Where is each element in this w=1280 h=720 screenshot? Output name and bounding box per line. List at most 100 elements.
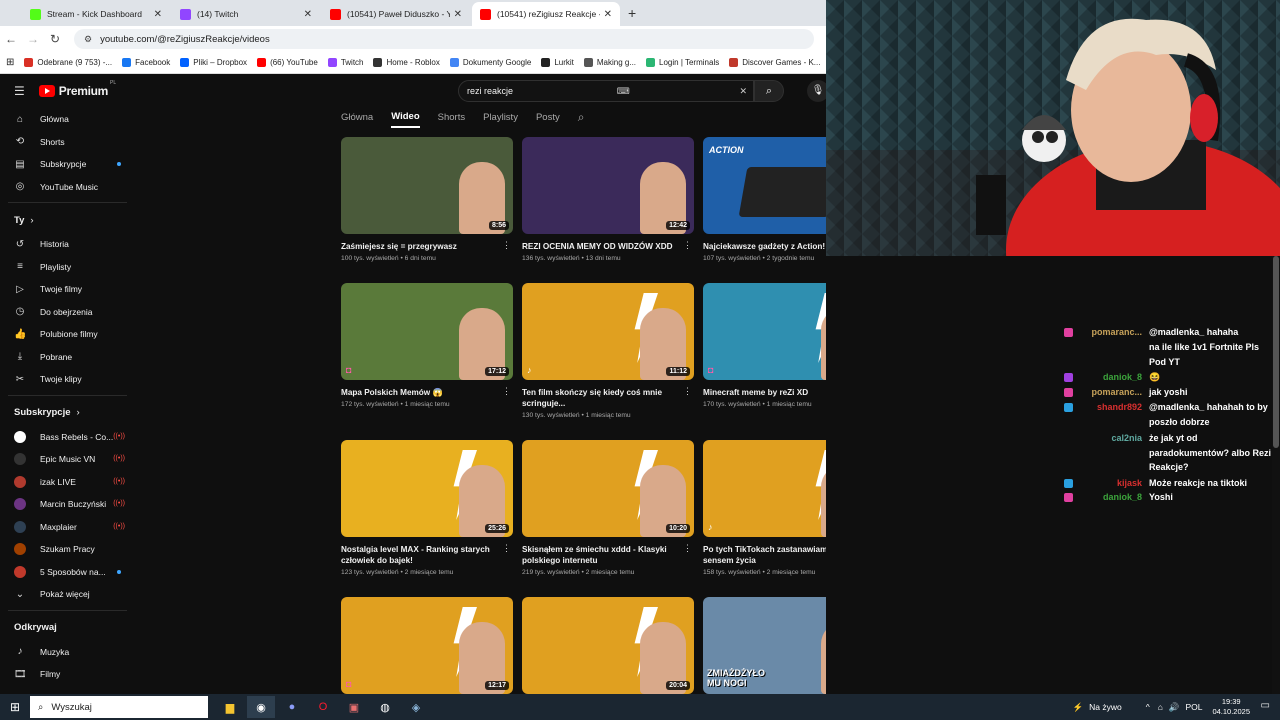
video-card[interactable]: 12:42 REZI OCENIA MEMY OD WIDZÓW XDD ⋮ 136 … xyxy=(522,137,694,262)
video-title[interactable]: Zaśmiejesz się = przegrywasz xyxy=(341,241,513,252)
video-thumbnail[interactable]: ♪ 11:12 xyxy=(522,283,694,380)
browser-tab[interactable]: (14) Twitch ✕ xyxy=(172,2,320,26)
show-more-button[interactable]: ⌄ Pokaż więcej xyxy=(0,583,135,606)
browser-tab[interactable]: Stream - Kick Dashboard ✕ xyxy=(22,2,170,26)
browser-tab[interactable]: (10541) Paweł Diduszko - YouT ✕ xyxy=(322,2,470,26)
forward-icon[interactable]: → xyxy=(22,32,44,46)
bookmark-item[interactable]: Dokumenty Google xyxy=(449,58,531,67)
video-card[interactable]: 20:04 xyxy=(522,597,694,694)
bookmark-item[interactable]: (66) YouTube xyxy=(257,58,318,67)
volume-icon[interactable]: 🔊 xyxy=(1169,702,1180,713)
you-header[interactable]: Ty › xyxy=(0,207,135,233)
tab-shorts[interactable]: Shorts xyxy=(438,112,465,127)
steam-icon[interactable]: ◈ xyxy=(402,696,430,718)
youtube-premium-logo[interactable]: Premium PL xyxy=(38,80,116,98)
more-options-icon[interactable]: ⋮ xyxy=(502,386,511,397)
tab-playlisty[interactable]: Playlisty xyxy=(483,112,518,127)
video-card[interactable]: ACTIONNajciekawsze gadżety z Action!⋮107… xyxy=(703,137,826,262)
new-tab-icon[interactable]: + xyxy=(628,5,636,26)
bookmark-item[interactable]: Twitch xyxy=(327,58,363,67)
more-options-icon[interactable]: ⋮ xyxy=(683,240,692,251)
sidebar-item-youtube-music[interactable]: ◎ YouTube Music xyxy=(0,176,135,199)
opera-icon[interactable]: O xyxy=(309,696,337,718)
clear-search-icon[interactable]: ✕ xyxy=(739,86,747,97)
video-card[interactable]: ◘ 12:17 xyxy=(341,597,513,694)
video-title[interactable]: Nostalgia level MAX - Ranking starych cz… xyxy=(341,544,513,566)
video-card[interactable]: ♪ 11:12 Ten film skończy się kiedy coś mni… xyxy=(522,283,694,419)
photo-app-icon[interactable]: ▣ xyxy=(340,696,368,718)
sidebar-item-pobrane[interactable]: ⤓ Pobrane xyxy=(0,346,135,369)
sidebar-item-g-wna[interactable]: ⌂ Główna xyxy=(0,108,135,131)
sidebar-item-playlisty[interactable]: ≡ Playlisty xyxy=(0,256,135,279)
sidebar-item-shorts[interactable]: ⟲ Shorts xyxy=(0,131,135,154)
sidebar-item-muzyka[interactable]: ♪ Muzyka xyxy=(0,641,135,664)
video-thumbnail[interactable]: 20:04 xyxy=(522,597,694,694)
sidebar-item-historia[interactable]: ↺ Historia xyxy=(0,233,135,256)
search-input[interactable]: rezi reakcje ⌨ ✕ xyxy=(458,80,754,102)
site-info-icon[interactable]: ⚙ xyxy=(84,34,92,45)
browser-tab[interactable]: (10541) reZigiusz Reakcje - You ✕ xyxy=(472,2,620,26)
video-title[interactable]: Skisnąłem ze śmiechu xddd - Klasyki pols… xyxy=(522,544,694,566)
video-card[interactable]: ♪10:50 Po tych TikTokach zastanawiam się … xyxy=(703,440,826,576)
bookmark-item[interactable]: Discover Games - K... xyxy=(729,58,820,67)
video-thumbnail[interactable]: 8:56 xyxy=(341,137,513,234)
sidebar-item-twoje-filmy[interactable]: ▷ Twoje filmy xyxy=(0,278,135,301)
subscription-item[interactable]: Szukam Pracy xyxy=(0,538,135,561)
taskbar-search[interactable]: ⌕ Wyszukaj xyxy=(30,696,208,718)
subscription-item[interactable]: Epic Music VN ((•)) xyxy=(0,448,135,471)
tray-chevron-icon[interactable]: ^ xyxy=(1146,702,1150,712)
clock[interactable]: 19:39 04.10.2025 xyxy=(1212,697,1250,717)
sidebar-item-twoje-klipy[interactable]: ✂ Twoje klipy xyxy=(0,368,135,391)
bookmark-item[interactable]: Pliki – Dropbox xyxy=(180,58,247,67)
sidebar-item-polubione-filmy[interactable]: 👍 Polubione filmy xyxy=(0,323,135,346)
discord-icon[interactable]: ● xyxy=(278,696,306,718)
more-options-icon[interactable]: ⋮ xyxy=(502,543,511,554)
sidebar-item-subskrypcje[interactable]: ▤ Subskrypcje xyxy=(0,153,135,176)
bookmark-item[interactable]: Lurkit xyxy=(541,58,574,67)
video-title[interactable]: Po tych TikTokach zastanawiam się nad se… xyxy=(703,544,826,566)
subscription-item[interactable]: Bass Rebels - Co... ((•)) xyxy=(0,426,135,449)
bookmark-item[interactable]: Making g... xyxy=(583,58,636,67)
video-title[interactable]: Ten film skończy się kiedy coś mnie scri… xyxy=(522,387,694,409)
bookmark-item[interactable]: Login | Terminals xyxy=(646,58,719,67)
tab-posty[interactable]: Posty xyxy=(536,112,560,127)
bookmark-item[interactable]: Home - Roblox xyxy=(373,58,440,67)
video-title[interactable]: Minecraft meme by reZi XD xyxy=(703,387,826,398)
tab-główna[interactable]: Główna xyxy=(341,112,373,127)
notification-icon[interactable]: ▭ xyxy=(1261,700,1270,711)
tab-close-icon[interactable]: ✕ xyxy=(454,9,462,20)
obs-icon[interactable]: ◍ xyxy=(371,696,399,718)
video-title[interactable]: Mapa Polskich Memów 😱 xyxy=(341,387,513,398)
video-title[interactable]: REZI OCENIA MEMY OD WIDZÓW XDD xyxy=(522,241,694,252)
url-field[interactable]: ⚙ youtube.com/@reZigiuszReakcje/videos xyxy=(74,29,814,49)
video-thumbnail[interactable]: 10:20 xyxy=(522,440,694,537)
more-options-icon[interactable]: ⋮ xyxy=(683,543,692,554)
video-thumbnail[interactable]: ◘ 12:17 xyxy=(341,597,513,694)
live-status[interactable]: Na żywo xyxy=(1089,702,1122,712)
video-thumbnail[interactable]: 12:42 xyxy=(522,137,694,234)
chrome-icon[interactable]: ◉ xyxy=(247,696,275,718)
keyboard-icon[interactable]: ⌨ xyxy=(617,86,630,97)
video-thumbnail[interactable]: ♪10:50 xyxy=(703,440,826,537)
video-card[interactable]: 8:56 Zaśmiejesz się = przegrywasz ⋮ 100 tys… xyxy=(341,137,513,262)
video-title[interactable]: Najciekawsze gadżety z Action! xyxy=(703,241,826,252)
video-thumbnail[interactable]: ZMIAŻDŻYŁO MU NOGI12:56 xyxy=(703,597,826,694)
chat-scrollbar[interactable] xyxy=(1272,256,1280,694)
tab-wideo[interactable]: Wideo xyxy=(391,111,420,128)
subscription-item[interactable]: izak LIVE ((•)) xyxy=(0,471,135,494)
subscription-item[interactable]: Maxplaier ((•)) xyxy=(0,516,135,539)
more-options-icon[interactable]: ⋮ xyxy=(502,240,511,251)
video-card[interactable]: ZMIAŻDŻYŁO MU NOGI12:56 xyxy=(703,597,826,694)
bookmark-item[interactable]: Facebook xyxy=(122,58,170,67)
sidebar-item-filmy[interactable]: 🎞 Filmy xyxy=(0,663,135,686)
sidebar-item-do-obejrzenia[interactable]: ◷ Do obejrzenia xyxy=(0,301,135,324)
tab-close-icon[interactable]: ✕ xyxy=(604,9,612,20)
video-thumbnail[interactable]: ACTION xyxy=(703,137,826,234)
video-card[interactable]: ◘ 17:12 Mapa Polskich Memów 😱 ⋮ 172 tys. wyś… xyxy=(341,283,513,408)
network-icon[interactable]: ⌂ xyxy=(1158,702,1163,712)
menu-icon[interactable]: ☰ xyxy=(14,84,25,98)
subscription-item[interactable]: Marcin Buczyński ((•)) xyxy=(0,493,135,516)
reload-icon[interactable]: ↻ xyxy=(44,32,66,46)
video-card[interactable]: ◘15:01Minecraft meme by reZi XD⋮170 tys.… xyxy=(703,283,826,408)
file-explorer-icon[interactable]: ▆ xyxy=(216,696,244,718)
